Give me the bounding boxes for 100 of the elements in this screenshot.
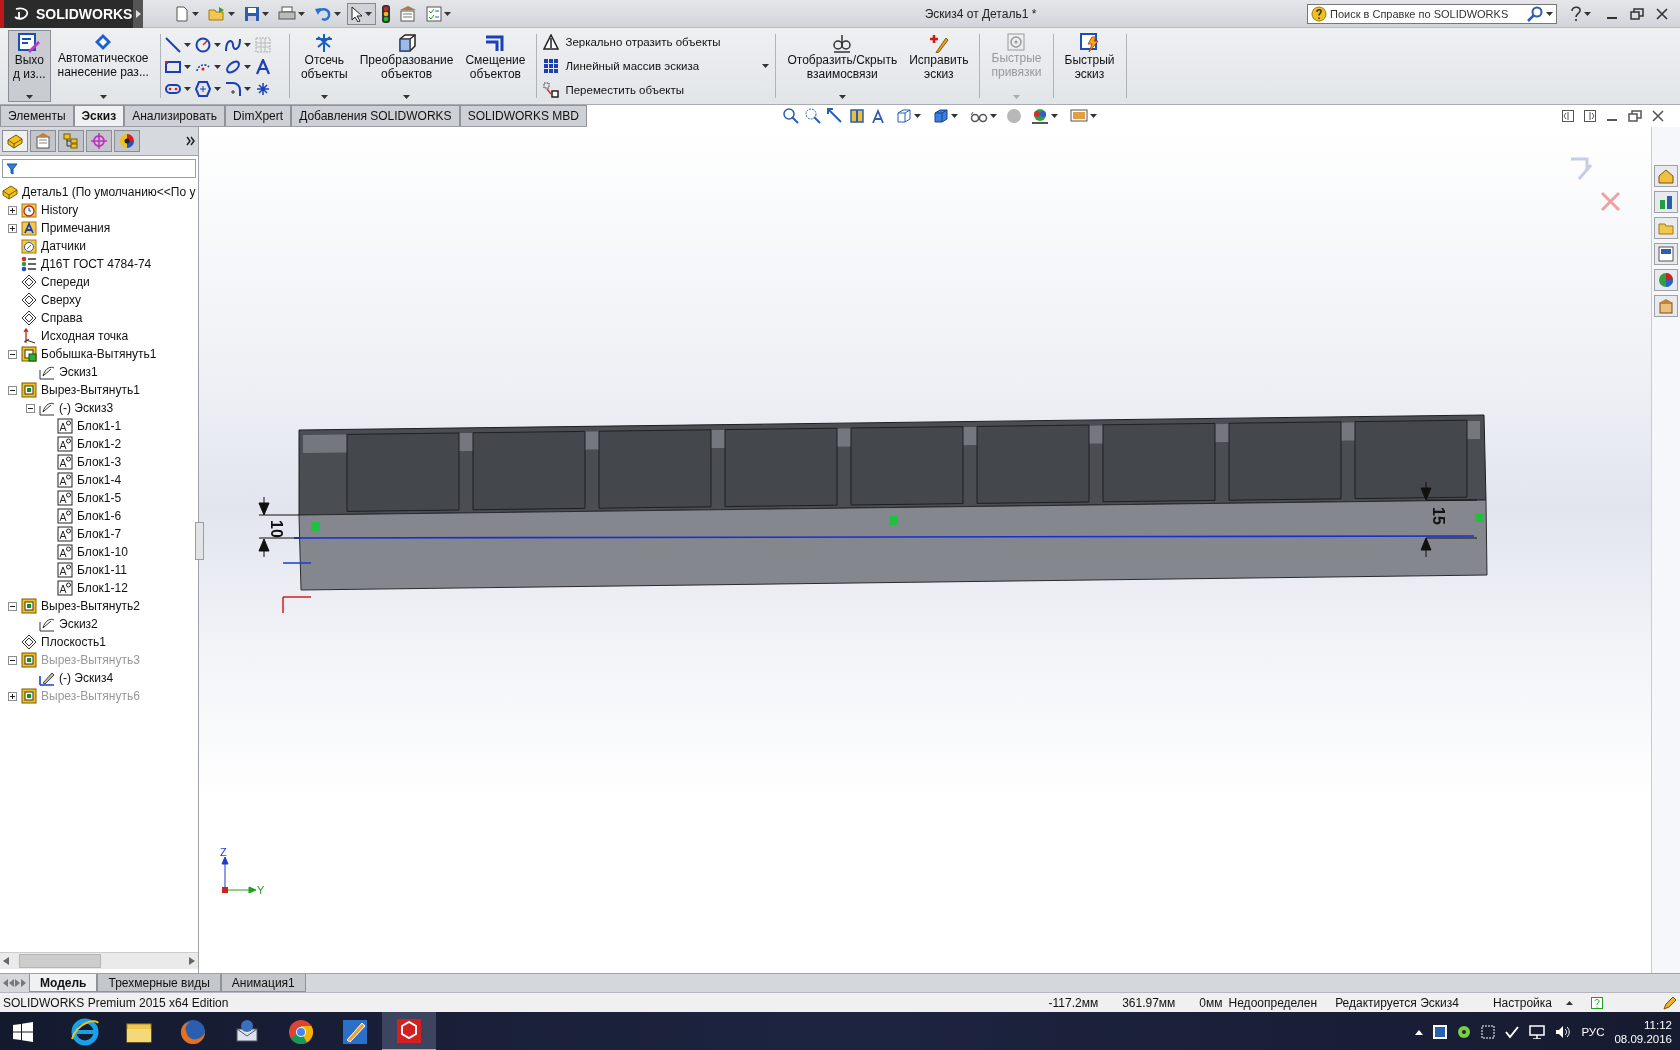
tree-item[interactable]: Блок1-1 bbox=[77, 419, 122, 433]
search-icon[interactable] bbox=[1527, 5, 1543, 22]
expand-toggle-icon[interactable] bbox=[26, 403, 35, 413]
task-pane-tab[interactable] bbox=[1654, 243, 1679, 265]
restore-icon[interactable] bbox=[1628, 110, 1642, 122]
printer-icon[interactable] bbox=[278, 5, 296, 22]
tree-item[interactable]: Блок1-5 bbox=[77, 491, 122, 505]
tree-item[interactable]: Спереди bbox=[41, 275, 90, 289]
model-tab[interactable]: Анимация1 bbox=[220, 974, 306, 992]
sync-icon[interactable] bbox=[1481, 1025, 1496, 1039]
ribbon-button[interactable]: Исправить эскиз bbox=[904, 30, 974, 102]
tree-item[interactable]: Бобышка-Вытянуть1 bbox=[41, 347, 157, 361]
scroll-right-icon[interactable] bbox=[189, 957, 196, 965]
tree-item[interactable]: Эскиз1 bbox=[59, 365, 98, 379]
tray-app-icon[interactable] bbox=[1433, 1025, 1448, 1039]
new-document-icon[interactable] bbox=[174, 5, 190, 22]
save-icon[interactable] bbox=[244, 5, 260, 22]
tree-item[interactable]: Примечания bbox=[41, 221, 111, 235]
tree-item[interactable]: (-) Эскиз3 bbox=[59, 401, 114, 415]
help-search-field[interactable]: Поиск в Справке по SOLIDWORKS bbox=[1307, 3, 1557, 24]
expand-arrow-icon[interactable] bbox=[135, 9, 141, 18]
tree-item[interactable]: Блок1-10 bbox=[77, 545, 128, 559]
dimension-value[interactable]: 15 bbox=[1430, 507, 1448, 525]
tree-item[interactable]: Справа bbox=[41, 311, 83, 325]
tree-item[interactable]: Блок1-2 bbox=[77, 437, 122, 451]
task-pane-tab[interactable] bbox=[1654, 165, 1679, 187]
help-icon[interactable] bbox=[1570, 5, 1582, 22]
section-view-icon[interactable] bbox=[849, 108, 865, 124]
tile-right-icon[interactable] bbox=[1584, 110, 1596, 122]
task-pane-tab[interactable] bbox=[1654, 295, 1679, 317]
speaker-icon[interactable] bbox=[1555, 1025, 1572, 1039]
tree-item[interactable]: Блок1-6 bbox=[77, 509, 122, 523]
filter-field[interactable] bbox=[2, 159, 197, 178]
tree-item[interactable]: Блок1-3 bbox=[77, 455, 122, 469]
close-icon[interactable] bbox=[1656, 7, 1668, 20]
horizontal-scrollbar[interactable] bbox=[0, 952, 199, 969]
expand-toggle-icon[interactable] bbox=[8, 223, 17, 233]
tree-item[interactable]: (-) Эскиз4 bbox=[59, 671, 114, 685]
tree-item[interactable]: History bbox=[41, 203, 79, 217]
dynamic-annotation-icon[interactable] bbox=[871, 108, 887, 124]
checklist-icon[interactable] bbox=[426, 5, 442, 22]
tree-item[interactable]: Блок1-12 bbox=[77, 581, 128, 595]
ribbon-tab[interactable]: Добавления SOLIDWORKS bbox=[291, 105, 460, 126]
model-tab[interactable]: Модель bbox=[29, 974, 98, 992]
clock-date[interactable]: 08.09.2016 bbox=[1614, 1032, 1672, 1046]
globe-fox-icon[interactable] bbox=[178, 1017, 208, 1047]
tray-up-icon[interactable] bbox=[1415, 1029, 1424, 1035]
tree-item[interactable]: Блок1-11 bbox=[77, 563, 127, 577]
tree-item[interactable]: Плоскость1 bbox=[41, 635, 106, 649]
tree-item[interactable]: Блок1-4 bbox=[77, 473, 122, 487]
scroll-left-icon[interactable] bbox=[3, 957, 9, 965]
expand-toggle-icon[interactable] bbox=[8, 691, 17, 701]
pencil-icon[interactable] bbox=[1663, 995, 1677, 1010]
ribbon-button[interactable]: Преобразование объектов bbox=[354, 30, 459, 102]
view-orientation-icon[interactable] bbox=[896, 108, 912, 124]
ribbon-list-item[interactable]: Зеркально отразить объекты bbox=[541, 33, 772, 51]
ribbon-list-item[interactable]: Переместить объекты bbox=[541, 81, 772, 99]
units-button[interactable]: Настройка bbox=[1492, 995, 1552, 1010]
tree-item[interactable]: Исходная точка bbox=[41, 329, 129, 343]
ribbon-button[interactable]: Отсечь объекты bbox=[295, 30, 353, 102]
panel-collapse-handle[interactable] bbox=[195, 522, 205, 560]
ribbon-tab[interactable]: Эскиз bbox=[73, 105, 125, 126]
previous-view-icon[interactable] bbox=[827, 108, 843, 124]
taskbar-app[interactable] bbox=[382, 1012, 436, 1050]
select-button[interactable] bbox=[347, 2, 376, 25]
expand-toggle-icon[interactable] bbox=[8, 349, 17, 359]
dimension-value[interactable]: 10 bbox=[268, 520, 286, 538]
ribbon-tab[interactable]: Элементы bbox=[0, 105, 74, 126]
ribbon-button[interactable]: Выхо д из... bbox=[8, 30, 51, 102]
checkmark-icon[interactable] bbox=[1505, 1025, 1520, 1039]
expand-toggle-icon[interactable] bbox=[8, 205, 17, 215]
tree-item[interactable]: Вырез-Вытянуть2 bbox=[41, 599, 140, 613]
ribbon-button[interactable]: Быстрый эскиз bbox=[1059, 30, 1120, 102]
expand-toggle-icon[interactable] bbox=[8, 601, 17, 611]
undo-icon[interactable] bbox=[314, 5, 332, 22]
scene-icon[interactable] bbox=[1031, 108, 1049, 124]
zoom-area-icon[interactable] bbox=[805, 108, 821, 124]
close-icon[interactable] bbox=[1652, 110, 1664, 122]
ribbon-button[interactable]: Автоматическое нанесение раз... bbox=[52, 30, 154, 102]
double-chevron-icon[interactable] bbox=[186, 136, 197, 146]
ribbon-tab[interactable]: DimXpert bbox=[225, 105, 292, 126]
ribbon-button[interactable]: Отобразить/Скрыть взаимосвязи bbox=[782, 30, 903, 102]
browser-e-icon[interactable] bbox=[70, 1017, 100, 1047]
ribbon-list-item[interactable]: Линейный массив эскиза bbox=[541, 57, 772, 75]
model-tab[interactable]: Трехмерные виды bbox=[97, 974, 221, 992]
panel-tab[interactable] bbox=[114, 130, 140, 152]
task-pane-tab[interactable] bbox=[1654, 269, 1679, 291]
tile-left-icon[interactable] bbox=[1562, 110, 1574, 122]
expand-toggle-icon[interactable] bbox=[8, 385, 17, 395]
display-style-icon[interactable] bbox=[933, 108, 949, 124]
ribbon-tab[interactable]: Анализировать bbox=[124, 105, 226, 126]
restore-icon[interactable] bbox=[1630, 7, 1644, 20]
tree-item[interactable]: Сверху bbox=[41, 293, 82, 307]
help-box-icon[interactable] bbox=[1591, 996, 1603, 1009]
tree-item[interactable]: Д16Т ГОСТ 4784-74 bbox=[41, 257, 152, 271]
options-icon[interactable] bbox=[399, 5, 417, 22]
task-pane-tab[interactable] bbox=[1654, 191, 1679, 213]
tree-item[interactable]: Деталь1 (По умолчанию<<По у bbox=[22, 185, 196, 199]
up-caret-icon[interactable] bbox=[1566, 1000, 1573, 1005]
tree-item[interactable]: Эскиз2 bbox=[59, 617, 98, 631]
